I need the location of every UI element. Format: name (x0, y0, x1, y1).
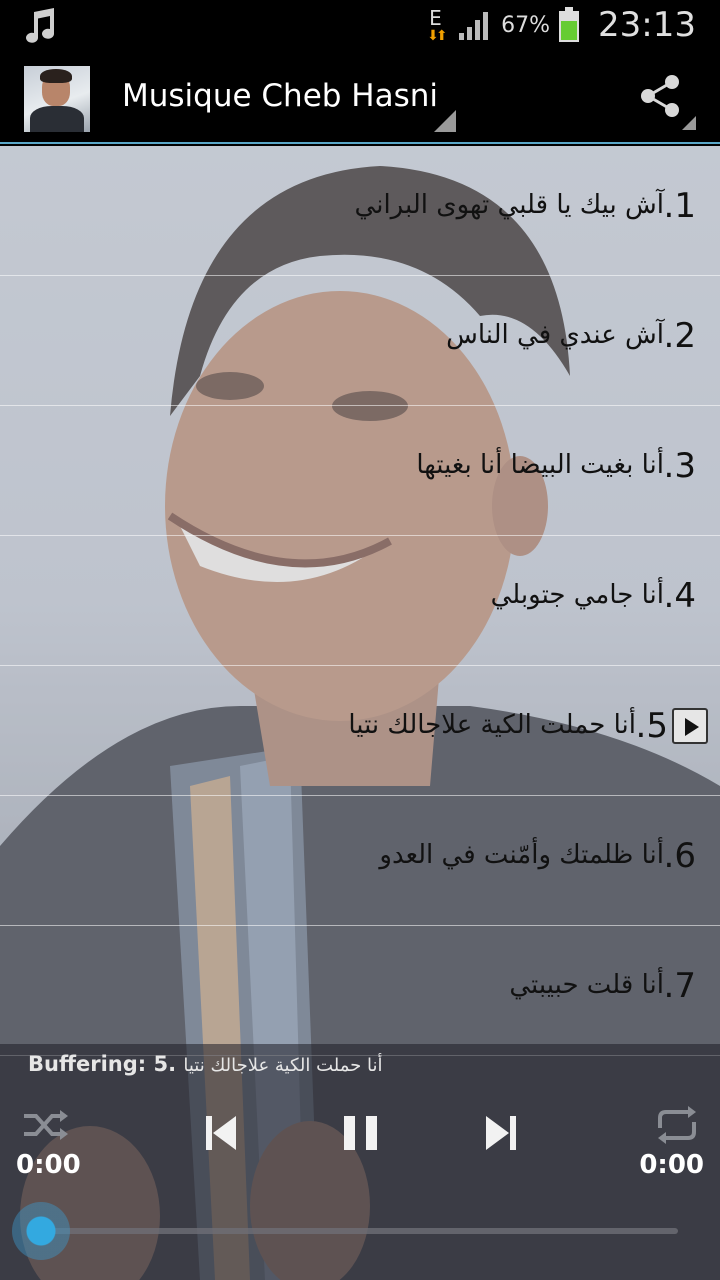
share-menu-indicator-icon (682, 116, 696, 130)
elapsed-time: 0:00 (16, 1150, 81, 1180)
song-list: .1 آش بيك يا قلبي تهوى البراني .2 آش عند… (0, 146, 720, 1056)
song-row-6[interactable]: .6 أنا ظلمتك وأمّنت في العدو (0, 796, 720, 926)
song-title: آش بيك يا قلبي تهوى البراني (354, 190, 664, 220)
song-row-5[interactable]: .5 أنا حملت الكية علاجالك نتيا (0, 666, 720, 796)
previous-icon[interactable] (196, 1108, 246, 1158)
battery-percent: 67% (501, 12, 551, 38)
song-number: .4 (663, 576, 696, 616)
song-title: أنا ظلمتك وأمّنت في العدو (379, 840, 664, 870)
music-note-icon (26, 8, 54, 43)
now-playing-status: Buffering: 5. أنا حملت الكية علاجالك نتي… (28, 1052, 383, 1076)
signal-icon (459, 12, 489, 40)
now-playing-title: أنا حملت الكية علاجالك نتيا (183, 1055, 383, 1076)
song-number: .2 (663, 316, 696, 356)
song-row-4[interactable]: .4 أنا جامي جتوبلي (0, 536, 720, 666)
seek-thumb[interactable] (12, 1202, 70, 1260)
app-logo[interactable] (24, 66, 90, 132)
song-number: .5 (635, 706, 668, 746)
pause-icon[interactable] (336, 1108, 386, 1158)
total-time: 0:00 (639, 1150, 704, 1180)
song-row-1[interactable]: .1 آش بيك يا قلبي تهوى البراني (0, 146, 720, 276)
shuffle-icon[interactable] (20, 1100, 70, 1150)
song-number: .3 (663, 446, 696, 486)
title-dropdown-indicator-icon (434, 110, 456, 132)
now-playing-icon (672, 708, 708, 744)
player-panel: Buffering: 5. أنا حملت الكية علاجالك نتي… (0, 1044, 720, 1280)
network-type: E (429, 6, 442, 30)
song-row-7[interactable]: .7 أنا قلت حبيبتي (0, 926, 720, 1056)
song-number: .7 (663, 966, 696, 1006)
song-number: .1 (663, 186, 696, 226)
song-title: آش عندي في الناس (446, 320, 664, 350)
share-icon[interactable] (636, 72, 684, 120)
song-row-3[interactable]: .3 أنا بغيت البيضا أنا بغيتها (0, 406, 720, 536)
song-title: أنا بغيت البيضا أنا بغيتها (416, 450, 664, 480)
data-arrows-icon: ⬇⬆ (427, 28, 448, 44)
battery-icon (559, 7, 580, 42)
repeat-icon[interactable] (652, 1100, 702, 1150)
song-title: أنا قلت حبيبتي (509, 970, 664, 1000)
network-indicator: E ⬇⬆ (427, 4, 449, 46)
song-number: .6 (663, 836, 696, 876)
status-bar: E ⬇⬆ 67% 23:13 (0, 0, 720, 50)
app-title[interactable]: Musique Cheb Hasni (122, 78, 438, 114)
buffering-label: Buffering: 5. (28, 1052, 177, 1076)
seek-bar[interactable] (42, 1228, 678, 1234)
song-row-2[interactable]: .2 آش عندي في الناس (0, 276, 720, 406)
status-clock: 23:13 (598, 5, 696, 45)
song-title: أنا حملت الكية علاجالك نتيا (348, 710, 636, 740)
action-bar: Musique Cheb Hasni (0, 50, 720, 144)
song-title: أنا جامي جتوبلي (490, 580, 664, 610)
next-icon[interactable] (476, 1108, 526, 1158)
